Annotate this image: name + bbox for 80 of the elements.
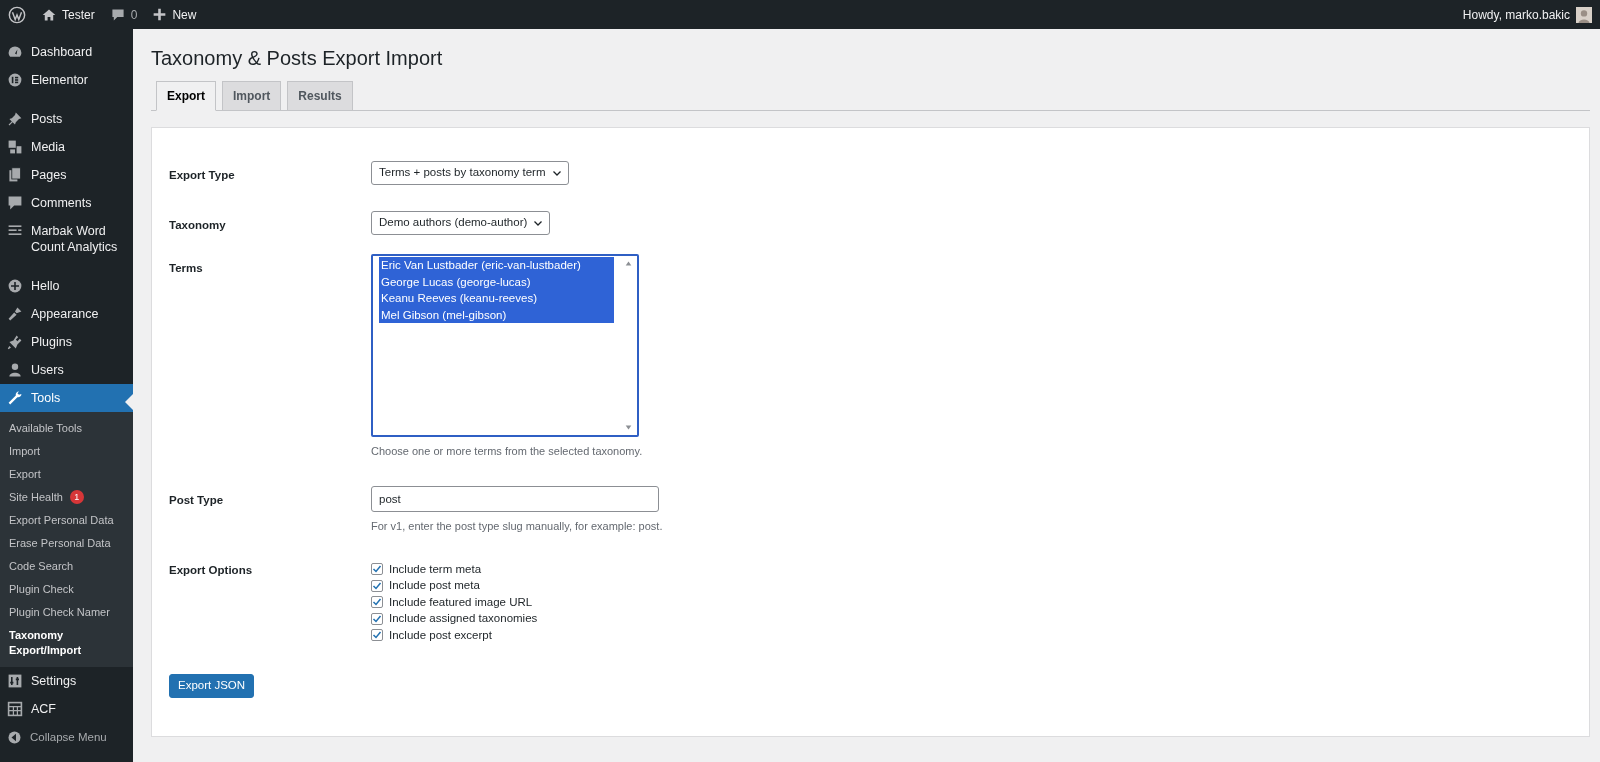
avatar-icon (1576, 6, 1592, 23)
wordpress-logo-icon (8, 5, 26, 24)
checkbox-label: Include term meta (389, 561, 482, 577)
terms-listbox[interactable]: Eric Van Lustbader (eric-van-lustbader) George Lucas (george-lucas) Keanu Reeves (keanu-reeves) Mel Gibson (mel-gibson) (371, 254, 639, 437)
field-label: Taxonomy (169, 218, 227, 233)
tab[interactable]: Import (222, 81, 282, 111)
grid-icon (7, 701, 23, 717)
plug-icon (7, 334, 23, 350)
field-label: Export Options (169, 563, 254, 578)
speech-bubble-icon (7, 195, 23, 211)
dashboard-icon (7, 44, 23, 60)
comments-link[interactable]: 0 (110, 5, 138, 24)
plus-icon (153, 8, 167, 21)
menu-item[interactable]: Hello (0, 272, 133, 300)
checkbox[interactable] (371, 563, 383, 576)
menu-item[interactable]: Plugins (0, 328, 133, 356)
submenu-item[interactable]: Available Tools (0, 417, 133, 440)
menu-item[interactable]: Users (0, 356, 133, 384)
dropdown[interactable]: Terms + posts by taxonomy term (371, 161, 569, 185)
plus-circle-icon (7, 278, 23, 294)
field-label: Terms (169, 261, 204, 276)
menu-item[interactable]: ACF (0, 695, 133, 723)
checkbox-label: Include post meta (389, 578, 480, 594)
checkbox-label: Include featured image URL (389, 594, 533, 610)
checkbox[interactable] (371, 612, 383, 625)
page-title: Taxonomy & Posts Export Import (151, 46, 444, 71)
pushpin-icon (7, 111, 23, 127)
submenu-item[interactable]: Erase Personal Data (0, 532, 133, 555)
chevron-down-icon (551, 168, 562, 178)
submenu-item[interactable]: Site Health 1 (0, 486, 133, 509)
scroll-down-arrow-icon (624, 424, 633, 431)
listbox-option[interactable]: Keanu Reeves (keanu-reeves) (379, 290, 614, 307)
home-icon (42, 7, 56, 22)
submenu-item[interactable]: Taxonomy Export/Import (0, 624, 133, 662)
sliders-icon (7, 673, 23, 689)
submenu-item[interactable]: Plugin Check Namer (0, 601, 133, 624)
menu-item[interactable]: Marbak Word Count Analytics (0, 217, 133, 261)
submenu-item[interactable]: Import (0, 440, 133, 463)
submenu-item[interactable]: Export Personal Data (0, 509, 133, 532)
menu-item[interactable]: Dashboard (0, 38, 133, 66)
help-text: For v1, enter the post type slug manually, for example: post. (371, 518, 663, 534)
menu-item[interactable]: Posts (0, 105, 133, 133)
menu-item[interactable]: Settings (0, 667, 133, 695)
dropdown[interactable]: Demo authors (demo-author) (371, 211, 551, 235)
checkbox-label: Include post excerpt (389, 627, 492, 643)
submenu-item[interactable]: Export (0, 463, 133, 486)
field-label: Post Type (169, 492, 225, 508)
wrench-icon (7, 390, 23, 406)
tab[interactable]: Results (287, 81, 353, 111)
account-link[interactable]: Howdy, marko.bakic (1462, 5, 1592, 24)
export-button[interactable]: Export JSON (169, 673, 255, 698)
pages-icon (7, 167, 23, 183)
field-label: Export Type (169, 168, 236, 183)
checkbox[interactable] (371, 579, 383, 592)
menu-item[interactable]: Media (0, 133, 133, 161)
paintbrush-icon (7, 306, 23, 322)
menu-item[interactable]: Appearance (0, 300, 133, 328)
submenu-item[interactable]: Code Search (0, 555, 133, 578)
menu-item[interactable]: Comments (0, 189, 133, 217)
user-icon (7, 362, 23, 378)
text-input[interactable]: post (371, 485, 659, 512)
menu-item[interactable]: Tools (0, 384, 133, 412)
elementor-icon (7, 72, 23, 88)
checkbox[interactable] (371, 596, 383, 609)
checkbox[interactable] (371, 629, 383, 642)
media-icon (7, 139, 23, 155)
notification-badge: 1 (69, 490, 84, 504)
chevron-down-icon (533, 218, 544, 228)
site-link[interactable]: Tester (42, 5, 95, 24)
collapse-menu-button[interactable]: Collapse Menu (0, 723, 133, 753)
submenu-item[interactable]: Plugin Check (0, 578, 133, 601)
help-text: Choose one or more terms from the selected taxonomy. (371, 444, 643, 459)
tab[interactable]: Export (156, 81, 216, 111)
speech-bubble-icon (110, 7, 125, 22)
menu-item[interactable]: Pages (0, 161, 133, 189)
listbox-option[interactable]: Eric Van Lustbader (eric-van-lustbader) (379, 257, 614, 274)
scroll-up-arrow-icon (624, 260, 633, 267)
new-link[interactable]: New (153, 5, 197, 24)
checkbox-label: Include assigned taxonomies (389, 611, 538, 627)
menu-item[interactable]: Elementor (0, 66, 133, 94)
